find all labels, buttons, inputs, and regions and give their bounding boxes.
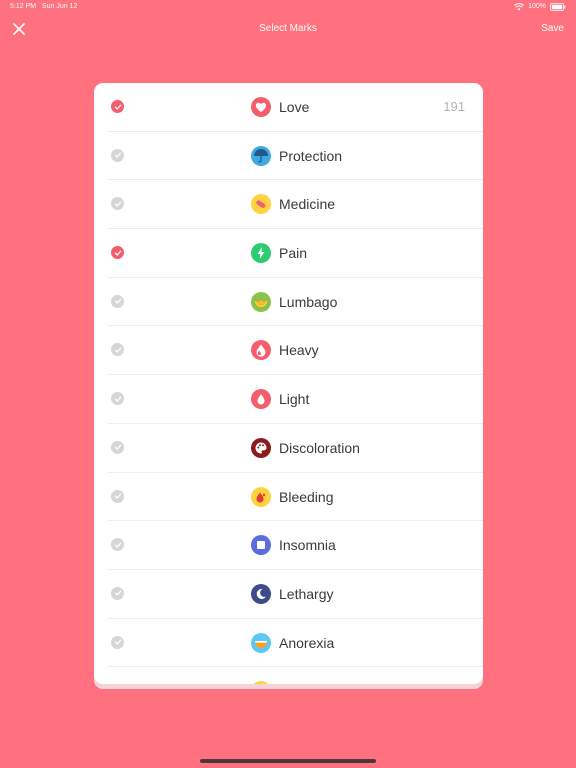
mark-label: Insomnia [279, 537, 336, 554]
battery-percent: 100% [528, 3, 546, 10]
mark-row[interactable]: Discoloration [94, 424, 483, 473]
mark-label: Bleeding [279, 488, 334, 505]
moon-icon [251, 583, 271, 604]
mark-row[interactable] [94, 667, 483, 684]
partial-icon [251, 681, 271, 684]
mark-row[interactable]: Insomnia [94, 521, 483, 570]
mark-label: Medicine [279, 196, 336, 213]
checkmark-unselected-icon[interactable] [111, 197, 124, 211]
bleeding-drop-icon [251, 486, 271, 507]
marks-list: Love 191 Protection Medicine Pain Lumbago Heav… [94, 83, 483, 684]
mark-row[interactable]: Heavy [94, 326, 483, 375]
page-title: Select Marks [259, 23, 317, 34]
mark-label: Pain [279, 245, 308, 262]
mark-label: Lethargy [279, 585, 334, 602]
mark-label: Protection [279, 147, 343, 164]
status-indicators: 100% [514, 0, 566, 14]
mark-label: Light [279, 391, 310, 408]
citrus-icon [251, 291, 271, 312]
mark-row[interactable]: Lethargy [94, 570, 483, 619]
checkmark-unselected-icon[interactable] [111, 343, 124, 357]
mark-label: Anorexia [279, 634, 335, 651]
mark-row[interactable]: Protection [94, 132, 483, 181]
checkmark-unselected-icon[interactable] [111, 635, 124, 649]
mark-label: Heavy [279, 342, 319, 359]
checkmark-unselected-icon[interactable] [111, 294, 124, 308]
checkmark-unselected-icon[interactable] [111, 148, 124, 162]
square-icon [251, 535, 271, 556]
status-time: 5:12 PM [10, 3, 37, 10]
mark-row[interactable]: Bleeding [94, 473, 483, 522]
drops-icon [251, 340, 271, 361]
save-button[interactable]: Save [541, 14, 564, 44]
status-bar: 5:12 PM Sun Jun 12 100% [0, 0, 576, 14]
drop-icon [251, 389, 271, 410]
checkmark-selected-icon[interactable] [111, 246, 124, 260]
checkmark-unselected-icon[interactable] [111, 586, 124, 600]
wifi-icon [514, 3, 525, 11]
mark-row[interactable]: Pain [94, 229, 483, 278]
status-date: Sun Jun 12 [41, 3, 78, 10]
marks-list-card: Love 191 Protection Medicine Pain Lumbago Heav… [94, 83, 483, 684]
mark-label: Lumbago [279, 293, 338, 310]
mark-row[interactable]: Medicine [94, 180, 483, 229]
battery-icon [550, 3, 566, 11]
mark-count: 191 [443, 99, 465, 114]
mark-label: Love [279, 99, 310, 115]
bowl-icon [251, 632, 271, 653]
mark-row[interactable]: Love 191 [94, 83, 483, 132]
mark-row[interactable]: Lumbago [94, 278, 483, 327]
checkmark-unselected-icon[interactable] [111, 489, 124, 503]
checkmark-unselected-icon[interactable] [111, 392, 124, 406]
checkmark-selected-icon[interactable] [111, 100, 124, 113]
umbrella-icon [251, 145, 271, 166]
heart-icon [251, 97, 271, 117]
checkmark-unselected-icon[interactable] [111, 440, 124, 454]
mark-label: Discoloration [279, 439, 360, 456]
mark-row[interactable]: Anorexia [94, 619, 483, 668]
pill-icon [251, 194, 271, 215]
lightning-icon [251, 243, 271, 264]
checkmark-unselected-icon[interactable] [111, 538, 124, 552]
status-time-date: 5:12 PM Sun Jun 12 [10, 0, 77, 14]
palette-icon [251, 437, 271, 458]
home-indicator [200, 759, 376, 763]
mark-row[interactable]: Light [94, 375, 483, 424]
navigation-bar: Select Marks Save [0, 14, 576, 44]
